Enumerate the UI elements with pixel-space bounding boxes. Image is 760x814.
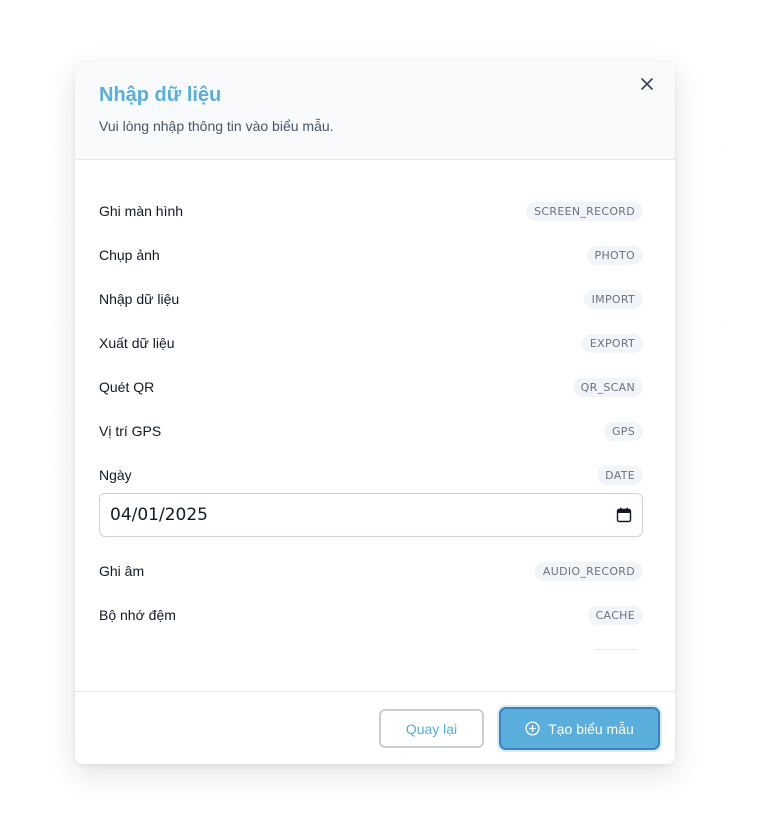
create-form-button-label: Tạo biểu mẫu xyxy=(548,720,634,737)
field-label: Chụp ảnh xyxy=(99,247,160,263)
modal-body[interactable]: Ghi màn hình SCREEN_RECORD Chụp ảnh PHOT… xyxy=(75,160,675,691)
field-label: Quét QR xyxy=(99,379,155,395)
field-type-badge: QR_SCAN xyxy=(572,377,643,397)
close-button[interactable] xyxy=(635,72,659,96)
field-label: Ghi âm xyxy=(99,563,145,579)
create-form-button[interactable]: Tạo biểu mẫu xyxy=(499,707,660,750)
modal-title: Nhập dữ liệu xyxy=(99,84,222,106)
back-button[interactable]: Quay lại xyxy=(379,709,484,748)
modal-subtitle: Vui lòng nhập thông tin vào biểu mẫu. xyxy=(99,118,334,134)
next-field-peek xyxy=(595,649,637,650)
import-data-modal: Nhập dữ liệu Vui lòng nhập thông tin vào… xyxy=(75,62,675,764)
plus-circle-icon xyxy=(525,721,540,736)
field-row-import: Nhập dữ liệu IMPORT xyxy=(99,288,643,310)
field-label: Xuất dữ liệu xyxy=(99,335,175,351)
calendar-icon[interactable] xyxy=(616,507,632,523)
field-type-badge: AUDIO_RECORD xyxy=(534,561,643,581)
back-button-label: Quay lại xyxy=(405,720,458,737)
field-label: Nhập dữ liệu xyxy=(99,291,180,307)
field-row-gps: Vị trí GPS GPS xyxy=(99,420,643,442)
field-row-screen-record: Ghi màn hình SCREEN_RECORD xyxy=(99,200,643,222)
field-type-badge: DATE xyxy=(597,465,643,485)
field-type-badge: EXPORT xyxy=(581,333,643,353)
field-row-cache: Bộ nhớ đệm CACHE xyxy=(99,604,643,626)
modal-footer: Quay lại Tạo biểu mẫu xyxy=(75,691,675,764)
date-input-value: 04/01/2025 xyxy=(110,505,208,525)
field-row-qr-scan: Quét QR QR_SCAN xyxy=(99,376,643,398)
field-label: Vị trí GPS xyxy=(99,423,162,439)
field-type-badge: IMPORT xyxy=(583,289,643,309)
close-icon xyxy=(641,78,653,90)
field-row-date: Ngày DATE xyxy=(99,464,643,486)
field-type-badge: GPS xyxy=(603,421,643,441)
field-type-badge: PHOTO xyxy=(586,245,643,265)
field-row-export: Xuất dữ liệu EXPORT xyxy=(99,332,643,354)
date-input[interactable]: 04/01/2025 xyxy=(99,493,643,537)
field-label: Ngày xyxy=(99,467,132,483)
field-label: Bộ nhớ đệm xyxy=(99,607,176,623)
modal-header: Nhập dữ liệu Vui lòng nhập thông tin vào… xyxy=(75,62,675,160)
field-type-badge: CACHE xyxy=(587,605,643,625)
field-row-photo: Chụp ảnh PHOTO xyxy=(99,244,643,266)
field-type-badge: SCREEN_RECORD xyxy=(526,201,643,221)
field-row-audio-record: Ghi âm AUDIO_RECORD xyxy=(99,560,643,582)
field-label: Ghi màn hình xyxy=(99,203,184,219)
